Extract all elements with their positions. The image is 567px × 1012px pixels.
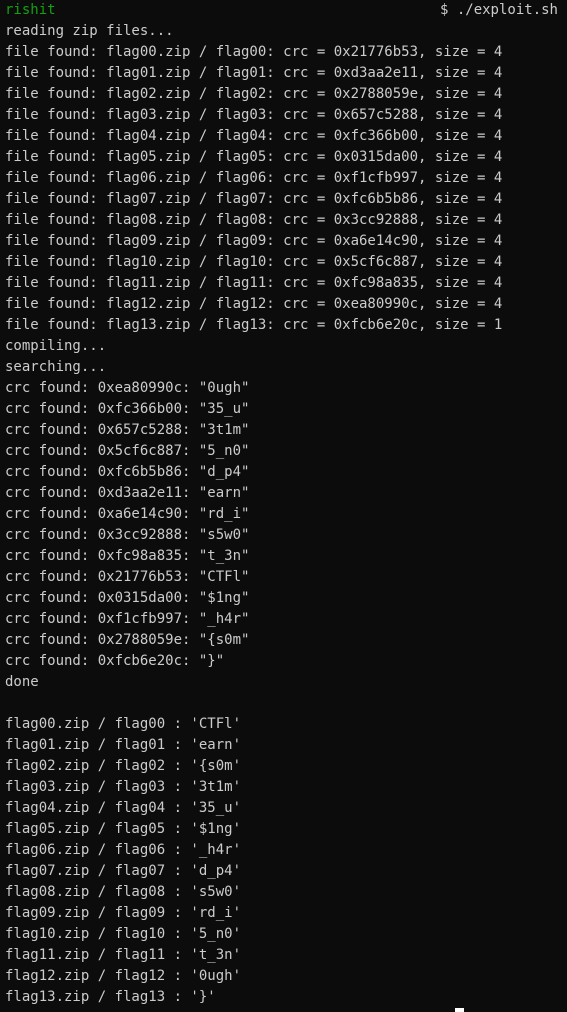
output-line: file found: flag06.zip / flag06: crc = 0… [5, 170, 503, 186]
output-line: searching... [5, 359, 107, 375]
output-line: crc found: 0xa6e14c90: "rd_i" [5, 506, 250, 522]
output-line: flag02.zip / flag02 : '{s0m' [5, 758, 242, 774]
output-line: file found: flag07.zip / flag07: crc = 0… [5, 191, 503, 207]
output-line: flag09.zip / flag09 : 'rd_i' [5, 905, 242, 921]
prompt-line: rishit $ ./exploit.sh [5, 0, 562, 21]
output-line: crc found: 0xfc98a835: "t_3n" [5, 548, 250, 564]
output-line: crc found: 0xea80990c: "0ugh" [5, 380, 250, 396]
output-line: file found: flag11.zip / flag11: crc = 0… [5, 275, 503, 291]
output-line: flag10.zip / flag10 : '5_n0' [5, 926, 242, 942]
terminal-window[interactable]: rishit $ ./exploit.sh reading zip files.… [0, 0, 567, 1012]
output-line: crc found: 0xf1cfb997: "_h4r" [5, 611, 250, 627]
output-line: crc found: 0x21776b53: "CTFl" [5, 569, 250, 585]
output-line: crc found: 0x5cf6c887: "5_n0" [5, 443, 250, 459]
output-line: crc found: 0x0315da00: "$1ng" [5, 590, 250, 606]
output-line: file found: flag08.zip / flag08: crc = 0… [5, 212, 503, 228]
output-line: file found: flag10.zip / flag10: crc = 0… [5, 254, 503, 270]
terminal-output: reading zip files... file found: flag00.z… [5, 21, 562, 1008]
output-line: file found: flag04.zip / flag04: crc = 0… [5, 128, 503, 144]
output-line: flag07.zip / flag07 : 'd_p4' [5, 863, 242, 879]
output-line: compiling... [5, 338, 107, 354]
output-line: file found: flag05.zip / flag05: crc = 0… [5, 149, 503, 165]
output-line: crc found: 0xd3aa2e11: "earn" [5, 485, 250, 501]
prompt-user: rishit [5, 2, 56, 18]
output-line: done [5, 674, 39, 690]
output-line: crc found: 0xfc366b00: "35_u" [5, 401, 250, 417]
terminal-cursor [455, 1008, 464, 1012]
output-line: flag06.zip / flag06 : '_h4r' [5, 842, 242, 858]
output-line: reading zip files... [5, 23, 174, 39]
output-line: file found: flag02.zip / flag02: crc = 0… [5, 86, 503, 102]
output-line: flag01.zip / flag01 : 'earn' [5, 737, 242, 753]
output-line: flag00.zip / flag00 : 'CTFl' [5, 716, 242, 732]
output-line: file found: flag00.zip / flag00: crc = 0… [5, 44, 503, 60]
output-line: flag13.zip / flag13 : '}' [5, 989, 216, 1005]
output-line: flag12.zip / flag12 : '0ugh' [5, 968, 242, 984]
output-line: crc found: 0x2788059e: "{s0m" [5, 632, 250, 648]
output-line: flag11.zip / flag11 : 't_3n' [5, 947, 242, 963]
output-line: flag08.zip / flag08 : 's5w0' [5, 884, 242, 900]
output-line: file found: flag03.zip / flag03: crc = 0… [5, 107, 503, 123]
output-line: file found: flag09.zip / flag09: crc = 0… [5, 233, 503, 249]
output-line: crc found: 0x657c5288: "3t1m" [5, 422, 250, 438]
output-line: file found: flag01.zip / flag01: crc = 0… [5, 65, 503, 81]
output-line: flag03.zip / flag03 : '3t1m' [5, 779, 242, 795]
output-line: flag05.zip / flag05 : '$1ng' [5, 821, 242, 837]
prompt-command: $ ./exploit.sh [439, 2, 558, 18]
output-line: crc found: 0xfcb6e20c: "}" [5, 653, 225, 669]
output-line: flag04.zip / flag04 : '35_u' [5, 800, 242, 816]
output-line: crc found: 0xfc6b5b86: "d_p4" [5, 464, 250, 480]
output-line: file found: flag13.zip / flag13: crc = 0… [5, 317, 503, 333]
output-line: crc found: 0x3cc92888: "s5w0" [5, 527, 250, 543]
output-line: file found: flag12.zip / flag12: crc = 0… [5, 296, 503, 312]
